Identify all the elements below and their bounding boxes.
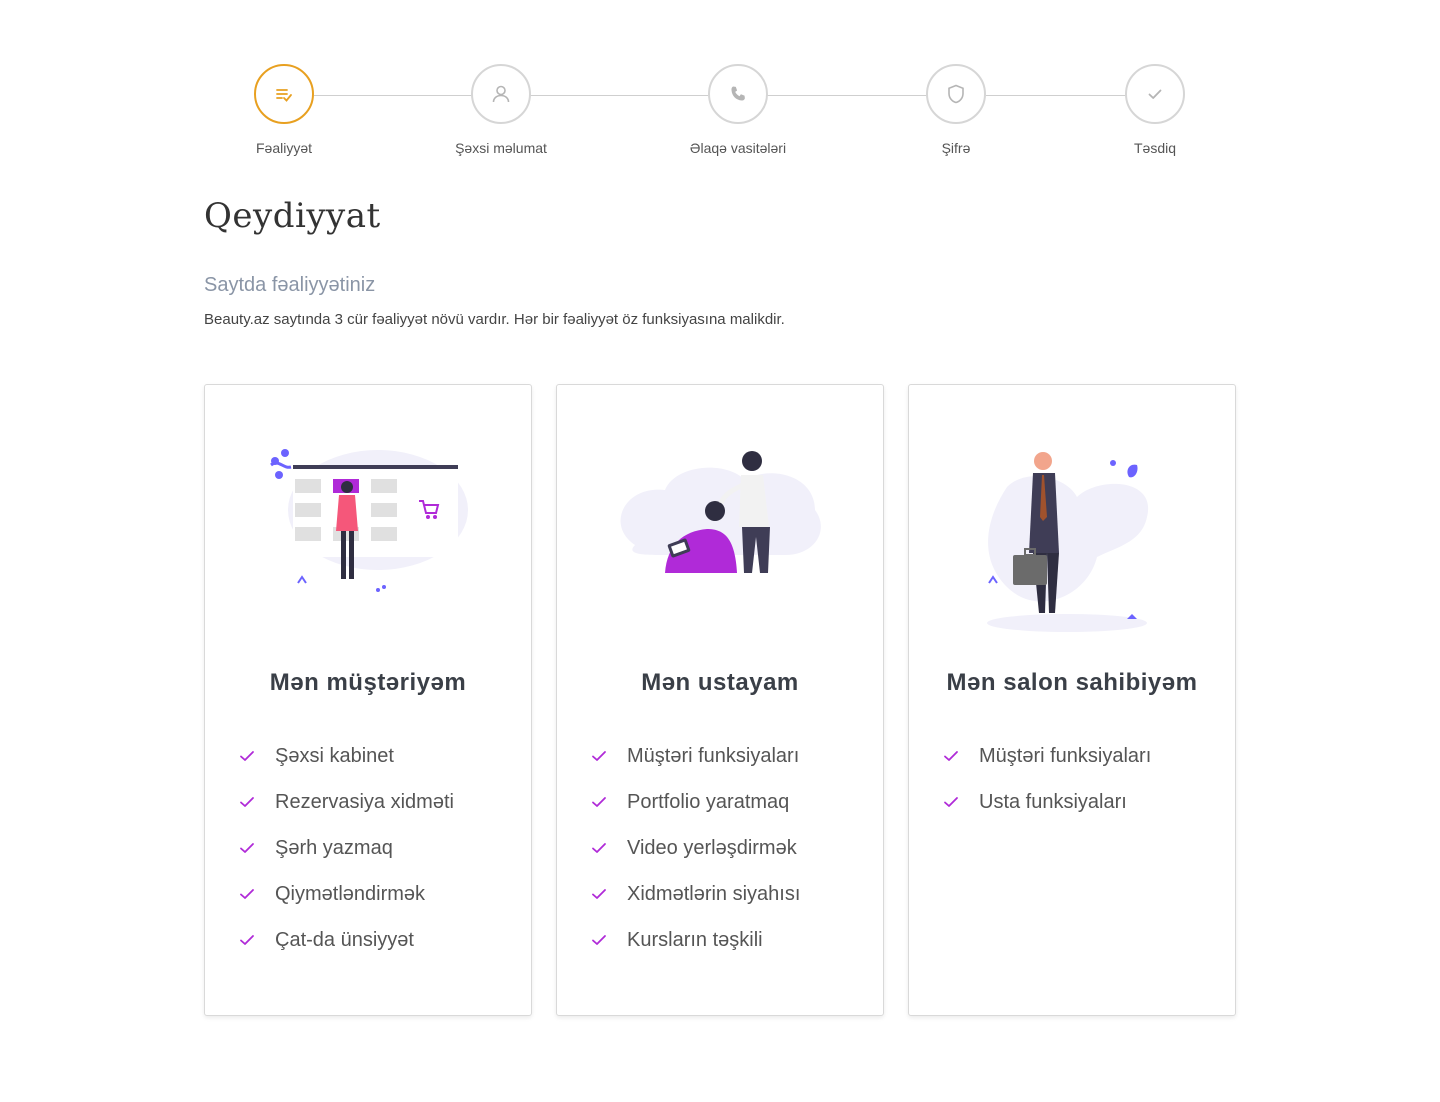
section-description: Beauty.az saytında 3 cür fəaliyyət növü …	[204, 311, 785, 328]
feature-label: Kursların təşkili	[627, 928, 763, 951]
check-icon	[240, 935, 254, 945]
list-item: Qiymətləndirmək	[239, 871, 454, 917]
step-password[interactable]: Şifrə	[876, 64, 1036, 156]
check-icon	[240, 797, 254, 807]
list-item: Rezervasiya xidməti	[239, 779, 454, 825]
card-salon-owner[interactable]: Mən salon sahibiyəm Müştəri funksiyaları…	[908, 384, 1236, 1016]
card-master[interactable]: Mən ustayam Müştəri funksiyaları Portfol…	[556, 384, 884, 1016]
list-item: Video yerləşdirmək	[591, 825, 800, 871]
list-item: Xidmətlərin siyahısı	[591, 871, 800, 917]
card-customer[interactable]: Mən müştəriyəm Şəxsi kabinet Rezervasiya…	[204, 384, 532, 1016]
check-icon	[592, 889, 606, 899]
check-icon	[944, 797, 958, 807]
step-label: Fəaliyyət	[255, 140, 313, 156]
step-label: Şəxsi məlumat	[455, 140, 547, 156]
feature-label: Müştəri funksiyaları	[627, 744, 800, 767]
feature-label: Usta funksiyaları	[979, 790, 1127, 813]
feature-label: Video yerləşdirmək	[627, 836, 797, 859]
list-item: Portfolio yaratmaq	[591, 779, 800, 825]
section-subtitle: Saytda fəaliyyətiniz	[204, 274, 376, 296]
card-title: Mən ustayam	[641, 669, 799, 696]
phone-icon	[731, 86, 745, 101]
businessman-illustration	[987, 452, 1149, 632]
feature-list: Müştəri funksiyaları Usta funksiyaları	[943, 733, 1151, 825]
feature-list: Şəxsi kabinet Rezervasiya xidməti Şərh y…	[239, 733, 454, 963]
feature-label: Şərh yazmaq	[275, 836, 393, 859]
step-confirm[interactable]: Təsdiq	[1075, 64, 1235, 156]
barber-illustration	[620, 451, 821, 573]
list-item: Şəxsi kabinet	[239, 733, 454, 779]
list-item: Çat-da ünsiyyət	[239, 917, 454, 963]
step-personal-info[interactable]: Şəxsi məlumat	[421, 64, 581, 156]
feature-label: Xidmətlərin siyahısı	[627, 882, 801, 905]
feature-label: Müştəri funksiyaları	[979, 744, 1152, 767]
step-circle[interactable]	[471, 64, 531, 124]
check-icon	[592, 935, 606, 945]
check-icon	[592, 751, 606, 761]
list-item: Kursların təşkili	[591, 917, 800, 963]
list-item: Müştəri funksiyaları	[591, 733, 800, 779]
card-title: Mən salon sahibiyəm	[946, 669, 1198, 696]
step-circle[interactable]	[708, 64, 768, 124]
card-title: Mən müştəriyəm	[269, 669, 467, 696]
feature-label: Şəxsi kabinet	[275, 744, 394, 767]
registration-stepper: Fəaliyyət Şəxsi məlumat Əlaqə vasitələri	[204, 64, 1236, 164]
step-label: Şifrə	[941, 140, 971, 156]
check-icon	[592, 843, 606, 853]
check-icon	[240, 843, 254, 853]
list-check-icon	[276, 89, 292, 102]
feature-list: Müştəri funksiyaları Portfolio yaratmaq …	[591, 733, 800, 963]
step-activity[interactable]: Fəaliyyət	[204, 64, 364, 156]
step-label: Təsdiq	[1133, 140, 1177, 156]
list-item: Müştəri funksiyaları	[943, 733, 1151, 779]
page-title: Qeydiyyat	[204, 196, 381, 236]
step-label: Əlaqə vasitələri	[689, 140, 787, 156]
feature-label: Portfolio yaratmaq	[627, 790, 790, 813]
step-circle[interactable]	[926, 64, 986, 124]
step-contact[interactable]: Əlaqə vasitələri	[658, 64, 818, 156]
check-icon	[592, 797, 606, 807]
checkmark-icon	[1148, 89, 1162, 99]
list-item: Şərh yazmaq	[239, 825, 454, 871]
user-icon	[492, 85, 510, 103]
step-circle[interactable]	[254, 64, 314, 124]
feature-label: Çat-da ünsiyyət	[275, 928, 414, 951]
list-item: Usta funksiyaları	[943, 779, 1151, 825]
check-icon	[944, 751, 958, 761]
customer-calendar-illustration	[270, 449, 468, 592]
check-icon	[240, 889, 254, 899]
step-circle[interactable]	[1125, 64, 1185, 124]
shield-icon	[948, 84, 964, 104]
feature-label: Rezervasiya xidməti	[275, 790, 454, 813]
feature-label: Qiymətləndirmək	[275, 882, 426, 905]
check-icon	[240, 751, 254, 761]
